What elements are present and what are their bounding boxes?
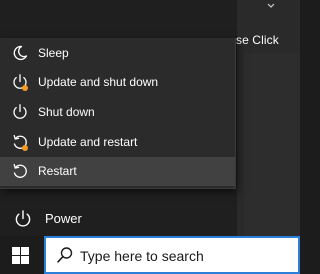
search-icon — [57, 247, 73, 263]
moon-icon — [13, 45, 28, 61]
windows-icon — [12, 247, 29, 264]
power-icon — [13, 104, 27, 119]
menu-item-update-and-shut-down[interactable]: Update and shut down — [0, 68, 235, 97]
menu-item-sleep[interactable]: Sleep — [0, 39, 235, 68]
taskbar-search-box[interactable]: Type here to search — [44, 236, 300, 274]
menu-item-label: Update and restart — [38, 135, 138, 149]
menu-item-shut-down[interactable]: Shut down — [0, 98, 235, 127]
background-label: se Click — [236, 33, 279, 47]
menu-item-label: Update and shut down — [38, 75, 159, 89]
power-button[interactable]: Power — [0, 203, 237, 234]
search-placeholder: Type here to search — [80, 248, 204, 264]
screen: se Click Sleep Update and shut down Shut… — [0, 0, 300, 274]
menu-item-label: Sleep — [38, 46, 69, 60]
update-badge-icon — [22, 145, 28, 151]
power-icon — [15, 210, 31, 227]
menu-item-label: Restart — [38, 164, 77, 178]
taskbar: Type here to search — [0, 236, 300, 274]
tile-panel — [244, 53, 300, 236]
menu-item-label: Shut down — [38, 105, 95, 119]
power-options-menu: Sleep Update and shut down Shut down Upd… — [0, 38, 236, 189]
update-badge-icon — [22, 85, 28, 91]
power-label: Power — [45, 211, 82, 226]
menu-item-update-and-restart[interactable]: Update and restart — [0, 128, 235, 157]
chevron-down-icon[interactable] — [266, 1, 276, 11]
restart-icon — [13, 163, 27, 178]
menu-item-restart[interactable]: Restart — [0, 157, 235, 186]
start-button[interactable] — [0, 236, 44, 274]
